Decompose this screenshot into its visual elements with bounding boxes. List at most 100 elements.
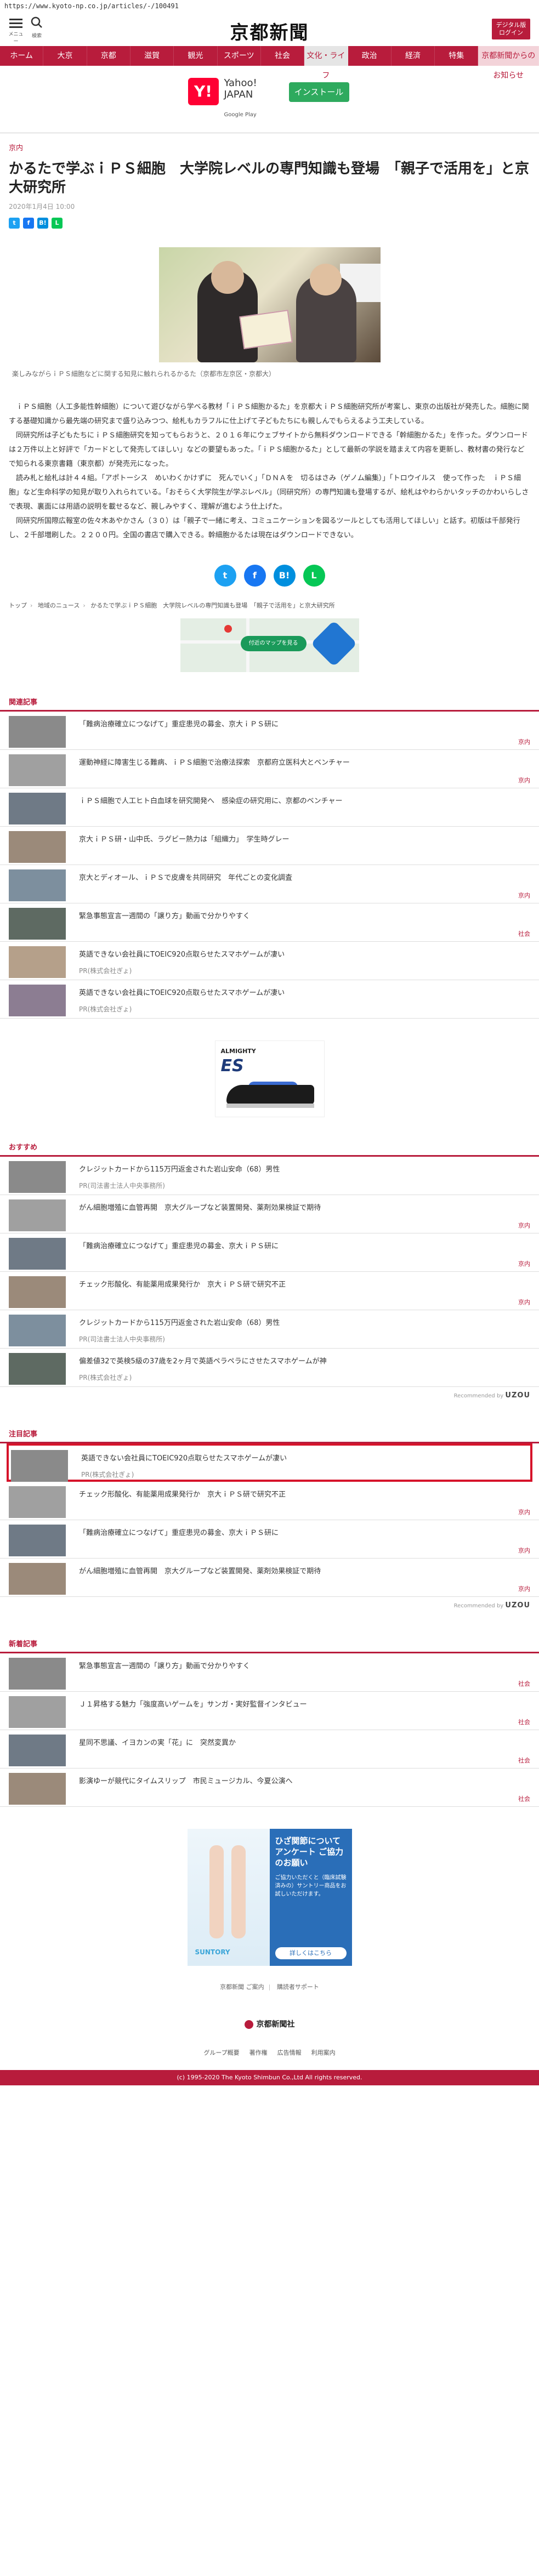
install-button[interactable]: インストール <box>288 82 349 102</box>
nav-item[interactable]: 大京 <box>43 46 87 66</box>
list-item[interactable]: Ｊ１昇格する魅力「強度高いゲームを」サンガ・実好監督インタビュー 社会 <box>0 1692 539 1730</box>
footer-nav-item[interactable]: 著作権 <box>249 2048 268 2057</box>
nav-item[interactable]: ホーム <box>0 46 44 66</box>
footer-link[interactable]: 京都新聞 ご案内 <box>215 1982 269 1991</box>
list-item-thumbnail <box>9 907 66 940</box>
list-item-tag[interactable]: 社会 <box>518 1679 530 1688</box>
section-title: 注目記事 <box>9 1430 38 1438</box>
nav-item[interactable]: 経済 <box>392 46 435 66</box>
list-item-tag[interactable]: 京内 <box>518 1298 530 1306</box>
uzou-logo: UZOU <box>505 1391 530 1400</box>
list-item[interactable]: がん細胞増殖に血管再開 京大グループなど装置開発、薬剤効果検証で期待 京内 <box>0 1559 539 1597</box>
footer-link[interactable]: 購読者サポート <box>273 1982 324 1991</box>
nav-item[interactable]: 政治 <box>348 46 392 66</box>
list-item-tag[interactable]: 京内 <box>518 1546 530 1555</box>
list-item[interactable]: チェック形酸化、有能薬用成果発行か 京大ｉＰＳ研で研究不正京内 <box>0 1272 539 1310</box>
line-share-large-icon[interactable]: L <box>303 564 325 587</box>
google-play-label: Google Play <box>224 112 257 118</box>
list-item-title: 英語できない会社員にTOEIC920点取らせたスマホゲームが凄い <box>81 1454 287 1463</box>
breadcrumb-item[interactable]: 地域のニュース <box>38 602 80 609</box>
shoe-icon <box>226 1084 314 1105</box>
survey-ad-cta-button[interactable]: 詳しくはこちら <box>275 1947 347 1959</box>
nav-item[interactable]: 観光 <box>174 46 218 66</box>
twitter-share-icon[interactable]: t <box>9 217 20 229</box>
list-item-tag[interactable]: 社会 <box>518 1756 530 1765</box>
nav-item[interactable]: スポーツ <box>218 46 261 66</box>
list-item[interactable]: 運動神経に障害生じる難病、ｉＰＳ細胞で治療法探索 京都府立医科大とベンチャー 京内 <box>0 750 539 788</box>
survey-ad[interactable]: SUNTORY ひざ関節について アンケート ご協力のお願い ご協力いただくと（… <box>187 1828 352 1966</box>
list-item[interactable]: 星同不思議、イヨカンの実「花」に 突然変異か 社会 <box>0 1730 539 1768</box>
list-item[interactable]: 「難病治療確立につなげて」重症患児の募金、京大ｉＰＳ研に京内 <box>0 1520 539 1559</box>
photo-karuta-card <box>239 309 293 349</box>
survey-ad-image <box>187 1828 270 1966</box>
article-category[interactable]: 京内 <box>9 142 530 152</box>
list-item[interactable]: 英語できない会社員にTOEIC920点取らせたスマホゲームが凄い PR(株式会社ぎ… <box>7 1443 532 1482</box>
list-item-tag[interactable]: 京内 <box>518 891 530 900</box>
list-item-title: チェック形酸化、有能薬用成果発行か 京大ｉＰＳ研で研究不正 <box>79 1280 286 1289</box>
list-item[interactable]: ｉＰＳ細胞で人工ヒト白血球を研究開発へ 感染症の研究用に、京都のベンチャー <box>0 788 539 827</box>
line-share-icon[interactable]: L <box>52 217 63 229</box>
shoe-ad[interactable]: ALMIGHTY ES <box>214 1040 325 1117</box>
list-item-thumbnail <box>9 1696 66 1728</box>
site-logo[interactable]: 京都新聞 <box>0 18 539 44</box>
article-photo[interactable] <box>158 247 381 362</box>
list-item-tag[interactable]: 京内 <box>518 1221 530 1230</box>
list-item-title: 英語できない会社員にTOEIC920点取らせたスマホゲームが凄い <box>79 950 285 959</box>
list-item[interactable]: 京大とディオール、ｉＰＳで皮膚を共同研究 年代ごとの変化調査 京内 <box>0 865 539 903</box>
list-item[interactable]: 「難病治療確立につなげて」重症患児の募金、京大ｉＰＳ研に 京内 <box>0 712 539 750</box>
nav-item[interactable]: 文化・ライフ <box>304 46 348 80</box>
list-item[interactable]: クレジットカードから115万円返金された岩山安命（68）男性 PR(司法書士法人中… <box>0 1157 539 1195</box>
shoe-ad-model: ES <box>220 1056 244 1076</box>
list-item-tag[interactable]: 社会 <box>518 1718 530 1726</box>
nav-item[interactable]: 特集 <box>435 46 479 66</box>
hatena-share-icon[interactable]: B! <box>37 217 48 229</box>
list-item-tag[interactable]: 京内 <box>518 1508 530 1516</box>
list-item-sponsor: PR(株式会社ぎょ) <box>79 1005 132 1013</box>
list-item-tag[interactable]: 社会 <box>518 1794 530 1803</box>
list-item[interactable]: 「難病治療確立につなげて」重症患児の募金、京大ｉＰＳ研に 京内 <box>0 1233 539 1272</box>
list-item[interactable]: 緊急事態宣言一週間の「譲り方」動画で分かりやすく 社会 <box>0 1653 539 1692</box>
list-item-title: 緊急事態宣言一週間の「譲り方」動画で分かりやすく <box>79 912 251 920</box>
list-item[interactable]: チェック形酸化、有能薬用成果発行か 京大ｉＰＳ研で研究不正 京内 <box>0 1482 539 1520</box>
list-item-title: 「難病治療確立につなげて」重症患児の募金、京大ｉＰＳ研に <box>79 1528 279 1537</box>
list-item-tag[interactable]: 京内 <box>518 1584 530 1593</box>
nav-item[interactable]: 滋賀 <box>131 46 174 66</box>
twitter-share-large-icon[interactable]: t <box>214 564 236 587</box>
facebook-share-icon[interactable]: f <box>23 217 34 229</box>
list-item-thumbnail <box>9 1199 66 1231</box>
breadcrumb-item[interactable]: トップ <box>9 602 27 609</box>
nav-item[interactable]: 京都 <box>87 46 131 66</box>
footer-nav-item[interactable]: 利用案内 <box>311 2048 336 2057</box>
facebook-share-large-icon[interactable]: f <box>243 564 266 587</box>
list-item[interactable]: 京大ｉＰＳ研・山中氏、ラグビー熱力は「組織力」 学生時グレー <box>0 827 539 865</box>
list-item-title: がん細胞増殖に血管再開 京大グループなど装置開発、薬剤効果検証で期待 <box>79 1203 321 1212</box>
photo-caption: 楽しみながらｉＰＳ細胞などに関する知見に触れられるかるた（京都市左京区・京都大） <box>12 369 276 378</box>
list-item[interactable]: クレジットカードから115万円返金された岩山安命（68）男性 PR(司法書士法人中… <box>0 1310 539 1349</box>
list-item-tag[interactable]: 社会 <box>518 929 530 938</box>
list-item[interactable]: 英語できない会社員にTOEIC920点取らせたスマホゲームが凄い PR(株式会社ぎ… <box>0 980 539 1019</box>
map-ad[interactable]: 付近のマップを見る <box>180 618 359 672</box>
digital-login-button[interactable]: デジタル版 ログイン <box>492 19 530 39</box>
list-item-tag[interactable]: 京内 <box>518 1259 530 1268</box>
footer-nav-item[interactable]: 広告情報 <box>277 2048 302 2057</box>
list-item-thumbnail <box>9 1657 66 1690</box>
site-header: メニュー 検索 京都新聞 デジタル版 ログイン <box>0 12 539 46</box>
list-item[interactable]: 影演ゆーが競代にタイムスリップ 市民ミュージカル、今夏公演へ 社会 <box>0 1768 539 1807</box>
nav-item[interactable]: 京都新聞からのお知らせ <box>478 46 539 80</box>
list-item-tag[interactable]: 京内 <box>518 737 530 746</box>
url-bar[interactable]: https://www.kyoto-np.co.jp/articles/-/10… <box>0 0 539 12</box>
list-item-tag[interactable]: 京内 <box>518 776 530 784</box>
footer-logo[interactable]: 京都新聞社 <box>0 2018 539 2029</box>
login-label: ログイン <box>499 29 523 37</box>
nav-item[interactable]: 社会 <box>261 46 305 66</box>
footer-nav-item[interactable]: グループ概要 <box>203 2048 239 2057</box>
list-item-thumbnail <box>9 1562 66 1595</box>
list-item[interactable]: 偏差値32で英検5級の37歳を2ヶ月で英語ペラペラにさせたスマホゲームが神 PR(… <box>0 1349 539 1387</box>
recommended-by[interactable]: Recommended by UZOU <box>0 1597 539 1614</box>
list-item[interactable]: 緊急事態宣言一週間の「譲り方」動画で分かりやすく社会 <box>0 903 539 942</box>
list-item[interactable]: がん細胞増殖に血管再開 京大グループなど装置開発、薬剤効果検証で期待京内 <box>0 1195 539 1233</box>
list-item-title: クレジットカードから115万円返金された岩山安命（68）男性 <box>79 1318 280 1327</box>
hatena-share-large-icon[interactable]: B! <box>273 564 296 587</box>
recommended-by[interactable]: Recommended by UZOU <box>0 1387 539 1404</box>
list-item[interactable]: 英語できない会社員にTOEIC920点取らせたスマホゲームが凄い PR(株式会社ぎ… <box>0 942 539 980</box>
